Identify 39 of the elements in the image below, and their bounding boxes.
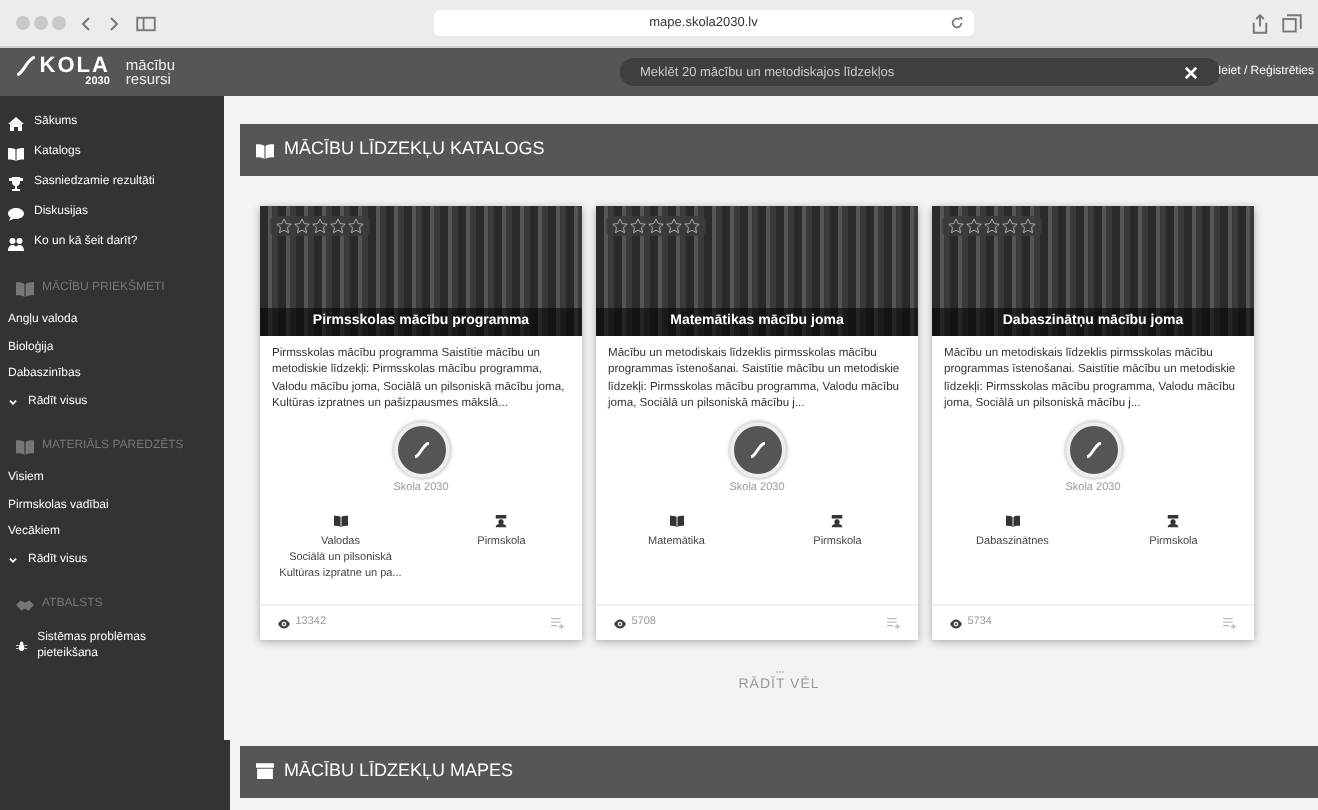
reload-icon[interactable] xyxy=(949,16,964,30)
book-icon xyxy=(669,513,684,528)
graduate-icon xyxy=(1166,513,1181,528)
catalog-card[interactable] xyxy=(596,206,918,640)
people-icon xyxy=(8,235,24,251)
window-control-dot[interactable] xyxy=(33,16,48,30)
add-to-list-icon[interactable] xyxy=(550,616,566,630)
section-title: MĀCĪBU LĪDZEKĻU MAPES xyxy=(284,757,514,784)
window-control-dot[interactable] xyxy=(16,16,30,30)
graduate-icon xyxy=(494,513,509,528)
eye-icon xyxy=(612,617,628,629)
sidebar-toggle-icon[interactable] xyxy=(133,13,157,33)
book-icon xyxy=(333,513,348,528)
book-icon xyxy=(1005,513,1020,528)
scrollbar[interactable] xyxy=(224,96,230,740)
book-icon xyxy=(256,141,274,159)
book-icon xyxy=(16,437,34,455)
graduate-icon xyxy=(830,513,845,528)
add-to-list-icon[interactable] xyxy=(886,616,902,630)
logo-text: KOLA xyxy=(39,55,110,78)
home-icon xyxy=(8,115,24,131)
add-to-list-icon[interactable] xyxy=(1222,616,1238,630)
tabs-icon[interactable] xyxy=(1282,13,1302,33)
book-icon xyxy=(8,145,24,161)
book-icon xyxy=(16,279,34,297)
catalog-card[interactable] xyxy=(260,206,582,640)
chevron-down-icon xyxy=(8,555,18,566)
swoosh-logo-icon xyxy=(16,56,36,77)
catalog-card[interactable] xyxy=(932,206,1254,640)
bug-icon xyxy=(16,638,28,654)
trophy-icon xyxy=(8,175,24,191)
eye-icon xyxy=(948,617,964,629)
window-control-dot[interactable] xyxy=(51,16,65,30)
eye-icon xyxy=(276,617,292,629)
archive-icon xyxy=(256,762,274,780)
chevron-down-icon xyxy=(8,397,18,408)
speech-bubble-icon xyxy=(8,205,24,221)
section-title: MĀCĪBU LĪDZEKĻU KATALOGS xyxy=(284,136,545,163)
share-icon[interactable] xyxy=(1250,13,1270,33)
